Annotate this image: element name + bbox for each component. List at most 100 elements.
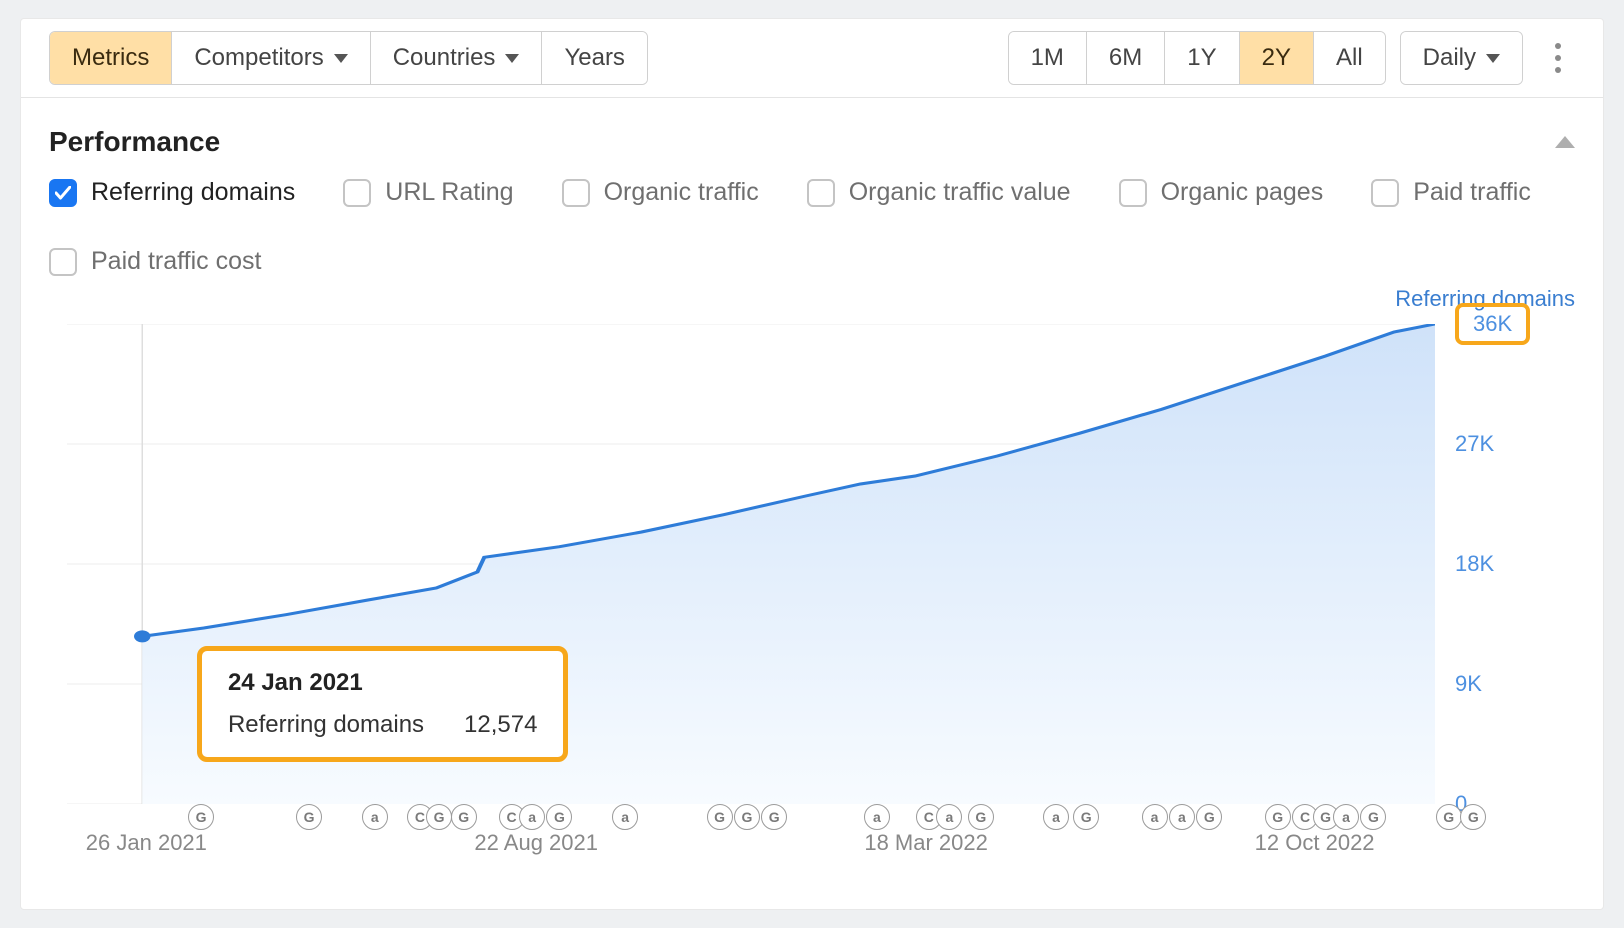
range-group: 1M 6M 1Y 2Y All	[1008, 31, 1386, 85]
event-marker[interactable]: G	[1360, 804, 1386, 830]
tab-metrics[interactable]: Metrics	[50, 32, 171, 84]
event-marker[interactable]: G	[1073, 804, 1099, 830]
panel-header: Performance	[49, 126, 1575, 158]
y-tick: 27K	[1455, 431, 1494, 457]
metric-label: Paid traffic cost	[91, 247, 261, 276]
tab-label: Years	[564, 44, 625, 72]
chevron-down-icon	[1486, 54, 1500, 63]
event-marker[interactable]: a	[1333, 804, 1359, 830]
event-marker[interactable]: G	[1313, 804, 1339, 830]
event-marker[interactable]: G	[1265, 804, 1291, 830]
tab-label: Metrics	[72, 44, 149, 72]
more-menu[interactable]	[1541, 43, 1575, 73]
event-marker[interactable]: a	[1169, 804, 1195, 830]
range-label: 2Y	[1262, 44, 1291, 72]
event-marker[interactable]: G	[1196, 804, 1222, 830]
range-label: All	[1336, 44, 1363, 72]
metric-url-rating[interactable]: URL Rating	[343, 178, 513, 207]
event-marker[interactable]: G	[426, 804, 452, 830]
y-axis: 36K27K18K9K0	[1445, 324, 1575, 804]
event-marker[interactable]: G	[734, 804, 760, 830]
event-marker[interactable]: C	[407, 804, 433, 830]
event-marker[interactable]: G	[296, 804, 322, 830]
event-marker[interactable]: G	[451, 804, 477, 830]
chart[interactable]: Referring domains 36K27K18K9K0 GGaCGGCaG…	[67, 324, 1435, 804]
event-marker[interactable]: a	[1043, 804, 1069, 830]
event-marker[interactable]: G	[968, 804, 994, 830]
checkbox-icon	[49, 248, 77, 276]
metric-referring-domains[interactable]: Referring domains	[49, 178, 295, 207]
metric-label: Paid traffic	[1413, 178, 1531, 207]
performance-card: Metrics Competitors Countries Years 1M 6…	[20, 18, 1604, 910]
y-tick: 0	[1455, 791, 1467, 817]
event-marker[interactable]: G	[188, 804, 214, 830]
chart-tooltip: 24 Jan 2021 Referring domains 12,574	[197, 646, 569, 762]
x-tick: 22 Aug 2021	[474, 830, 598, 856]
range-2y[interactable]: 2Y	[1239, 32, 1313, 84]
tab-countries[interactable]: Countries	[370, 32, 542, 84]
chevron-down-icon	[334, 54, 348, 63]
range-label: 6M	[1109, 44, 1142, 72]
event-marker[interactable]: G	[546, 804, 572, 830]
metric-label: Organic pages	[1161, 178, 1324, 207]
y-tick: 36K	[1455, 303, 1530, 345]
tooltip-value: 12,574	[464, 711, 537, 739]
range-all[interactable]: All	[1313, 32, 1385, 84]
collapse-toggle[interactable]	[1555, 136, 1575, 148]
metric-label: URL Rating	[385, 178, 513, 207]
toolbar: Metrics Competitors Countries Years 1M 6…	[21, 19, 1603, 98]
event-marker[interactable]: a	[362, 804, 388, 830]
panel-title: Performance	[49, 126, 220, 158]
tooltip-metric: Referring domains	[228, 711, 424, 739]
tooltip-date: 24 Jan 2021	[228, 669, 538, 697]
panel-body: Performance Referring domains URL Rating O…	[21, 98, 1603, 814]
y-tick: 9K	[1455, 671, 1482, 697]
range-label: 1M	[1031, 44, 1064, 72]
tab-label: Countries	[393, 44, 496, 72]
event-marker[interactable]: C	[1292, 804, 1318, 830]
x-tick: 26 Jan 2021	[86, 830, 207, 856]
chevron-down-icon	[505, 54, 519, 63]
range-label: 1Y	[1187, 44, 1216, 72]
tab-years[interactable]: Years	[541, 32, 647, 84]
event-markers: GGaCGGCaGaGGGaCaGaGaaGGCGaGGG	[67, 804, 1435, 828]
tab-competitors[interactable]: Competitors	[171, 32, 369, 84]
event-marker[interactable]: a	[612, 804, 638, 830]
event-marker[interactable]: a	[936, 804, 962, 830]
event-marker[interactable]: G	[761, 804, 787, 830]
metric-label: Organic traffic	[604, 178, 759, 207]
filters-group: Metrics Competitors Countries Years	[49, 31, 648, 85]
metric-organic-pages[interactable]: Organic pages	[1119, 178, 1324, 207]
event-marker[interactable]: G	[707, 804, 733, 830]
checkbox-icon	[807, 179, 835, 207]
metric-paid-traffic[interactable]: Paid traffic	[1371, 178, 1531, 207]
x-tick: 18 Mar 2022	[864, 830, 988, 856]
event-marker[interactable]: C	[499, 804, 525, 830]
granularity-label: Daily	[1423, 44, 1476, 72]
checkbox-icon	[1119, 179, 1147, 207]
granularity-select[interactable]: Daily	[1401, 32, 1522, 84]
checkbox-icon	[343, 179, 371, 207]
metric-label: Organic traffic value	[849, 178, 1071, 207]
y-tick: 18K	[1455, 551, 1494, 577]
metric-organic-traffic-value[interactable]: Organic traffic value	[807, 178, 1071, 207]
tab-label: Competitors	[194, 44, 323, 72]
chevron-up-icon	[1555, 136, 1575, 148]
metric-checkboxes: Referring domains URL Rating Organic traff…	[49, 178, 1575, 276]
event-marker[interactable]: a	[1142, 804, 1168, 830]
event-marker[interactable]: a	[519, 804, 545, 830]
checkbox-icon	[1371, 179, 1399, 207]
x-tick: 12 Oct 2022	[1255, 830, 1375, 856]
event-marker[interactable]: a	[864, 804, 890, 830]
granularity-group: Daily	[1400, 31, 1523, 85]
checkbox-icon	[49, 179, 77, 207]
metric-organic-traffic[interactable]: Organic traffic	[562, 178, 759, 207]
range-1y[interactable]: 1Y	[1164, 32, 1238, 84]
range-1m[interactable]: 1M	[1009, 32, 1086, 84]
checkbox-icon	[562, 179, 590, 207]
metric-paid-traffic-cost[interactable]: Paid traffic cost	[49, 247, 261, 276]
x-axis: GGaCGGCaGaGGGaCaGaGaaGGCGaGGG 26 Jan 202…	[67, 804, 1435, 874]
range-6m[interactable]: 6M	[1086, 32, 1164, 84]
event-marker[interactable]: C	[916, 804, 942, 830]
metric-label: Referring domains	[91, 178, 295, 207]
